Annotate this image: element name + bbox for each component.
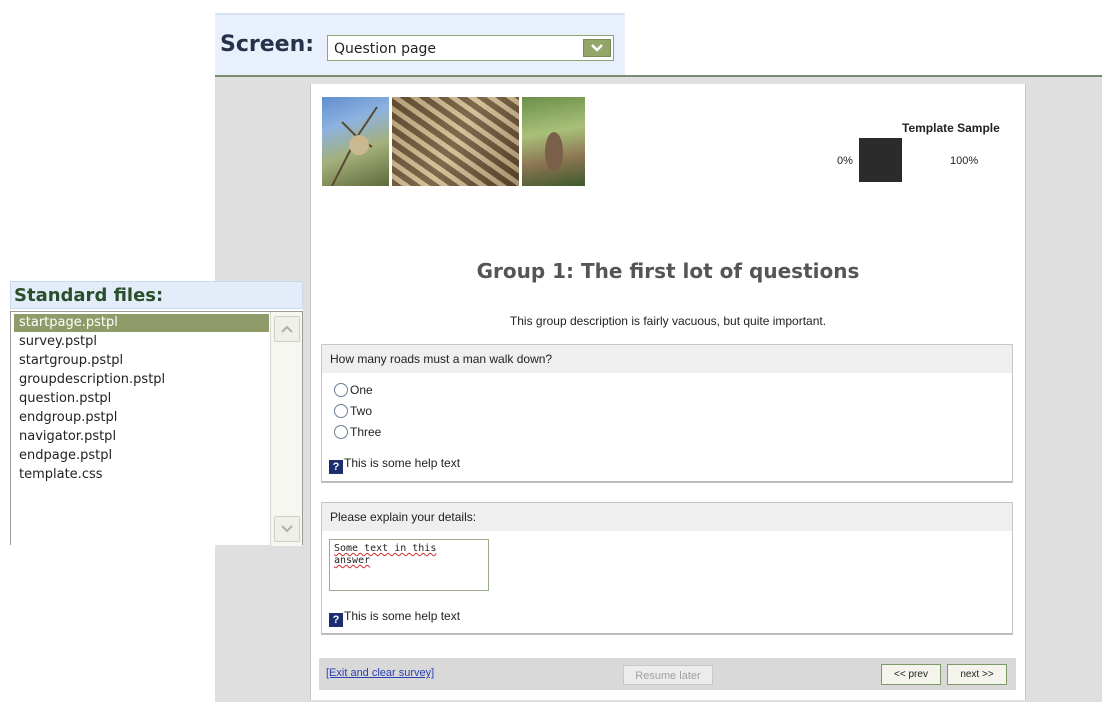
exit-clear-survey-link[interactable]: [Exit and clear survey] — [326, 667, 434, 679]
standard-files-heading: Standard files: — [10, 281, 303, 309]
file-list-scrollbar[interactable] — [270, 312, 302, 546]
option-label: Three — [350, 425, 382, 439]
help-text: ? This is some help text — [329, 456, 460, 474]
standard-files-title: Standard files: — [14, 285, 164, 306]
group-title: Group 1: The first lot of questions — [476, 259, 860, 283]
scroll-up-arrow-icon[interactable] — [274, 316, 300, 342]
progress-min-label: 0% — [837, 155, 853, 167]
answer-line-2: answer — [334, 555, 371, 566]
question-text: How many roads must a man walk down? — [322, 345, 1012, 373]
file-item[interactable]: startpage.pstpl — [14, 314, 269, 332]
template-title: Template Sample — [902, 121, 1000, 135]
question-box-2: Please explain your details: Some text i… — [321, 502, 1013, 635]
radio-button[interactable] — [334, 404, 348, 418]
chevron-down-icon[interactable] — [583, 39, 611, 57]
question-text: Please explain your details: — [322, 503, 1012, 531]
help-text: ? This is some help text — [329, 609, 460, 627]
file-item[interactable]: navigator.pstpl — [14, 428, 269, 446]
header-photo-insect — [522, 97, 585, 186]
file-item[interactable]: question.pstpl — [14, 390, 269, 408]
header-photo-branch — [322, 97, 389, 186]
help-question-icon: ? — [329, 460, 343, 474]
group-description: This group description is fairly vacuous… — [509, 314, 827, 328]
help-label: This is some help text — [344, 609, 461, 623]
survey-preview-page: Template Sample 0% 100% Group 1: The fir… — [310, 84, 1026, 700]
header-photo-snakes — [392, 97, 519, 186]
answer-line-1: Some text in this — [334, 543, 437, 554]
file-list[interactable]: startpage.pstpl survey.pstpl startgroup.… — [10, 311, 303, 546]
radio-option-three[interactable]: Three — [334, 425, 381, 439]
progress-max-label: 100% — [950, 155, 979, 167]
radio-option-one[interactable]: One — [334, 383, 373, 397]
option-label: One — [350, 383, 373, 397]
resume-later-button[interactable]: Resume later — [623, 665, 713, 685]
next-button[interactable]: next >> — [947, 664, 1007, 685]
option-label: Two — [350, 404, 373, 418]
prev-button[interactable]: << prev — [881, 664, 941, 685]
file-item[interactable]: groupdescription.pstpl — [14, 371, 269, 389]
file-item[interactable]: startgroup.pstpl — [14, 352, 269, 370]
radio-button[interactable] — [334, 425, 348, 439]
file-item[interactable]: endpage.pstpl — [14, 447, 269, 465]
progress-bar — [859, 138, 902, 182]
navigation-bar: [Exit and clear survey] Resume later << … — [319, 658, 1016, 690]
answer-textarea[interactable]: Some text in this answer — [329, 539, 489, 591]
screen-select-value: Question page — [334, 41, 437, 57]
file-item[interactable]: survey.pstpl — [14, 333, 269, 351]
help-question-icon: ? — [329, 613, 343, 627]
radio-option-two[interactable]: Two — [334, 404, 372, 418]
screen-label: Screen: — [220, 32, 315, 57]
screen-select[interactable]: Question page — [327, 35, 614, 61]
file-item[interactable]: endgroup.pstpl — [14, 409, 269, 427]
screen-selector-bar: Screen: Question page — [215, 13, 625, 77]
help-label: This is some help text — [344, 456, 461, 470]
question-box-1: How many roads must a man walk down? One… — [321, 344, 1013, 483]
scroll-down-arrow-icon[interactable] — [274, 516, 300, 542]
file-item[interactable]: template.css — [14, 466, 269, 484]
radio-button[interactable] — [334, 383, 348, 397]
standard-files-panel: Standard files: startpage.pstpl survey.p… — [10, 281, 303, 546]
